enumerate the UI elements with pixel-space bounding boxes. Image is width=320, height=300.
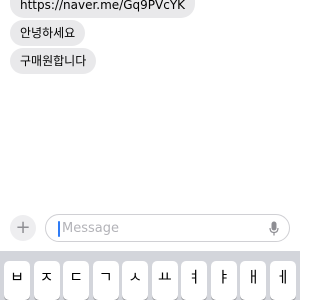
key[interactable]: ㅈ	[33, 261, 60, 300]
key[interactable]: ㅑ	[210, 261, 237, 300]
key[interactable]: ㅔ	[269, 261, 296, 300]
message-field[interactable]	[45, 214, 290, 242]
message-input[interactable]	[62, 215, 262, 241]
key[interactable]: ㅕ	[181, 261, 208, 300]
message-bubble: 안녕하세요	[10, 20, 86, 46]
key[interactable]: ㅐ	[240, 261, 267, 300]
microphone-icon[interactable]	[269, 221, 279, 236]
text-caret	[58, 221, 60, 237]
key[interactable]: ㄱ	[92, 261, 119, 300]
key[interactable]: ㅅ	[122, 261, 149, 300]
key[interactable]: ㅂ	[4, 261, 30, 300]
keyboard: ㅂ ㅈ ㄷ ㄱ ㅅ ㅛ ㅕ ㅑ ㅐ ㅔ	[0, 251, 300, 300]
message-bubble-link[interactable]: https://naver.me/Gq9PVcYK	[10, 0, 196, 18]
add-attachment-button[interactable]: +	[10, 215, 36, 241]
message-composer: +	[0, 212, 300, 242]
key[interactable]: ㄷ	[63, 261, 90, 300]
keyboard-top-row: ㅂ ㅈ ㄷ ㄱ ㅅ ㅛ ㅕ ㅑ ㅐ ㅔ	[4, 261, 296, 300]
key[interactable]: ㅛ	[151, 261, 178, 300]
message-bubble: 구매원합니다	[10, 48, 97, 74]
